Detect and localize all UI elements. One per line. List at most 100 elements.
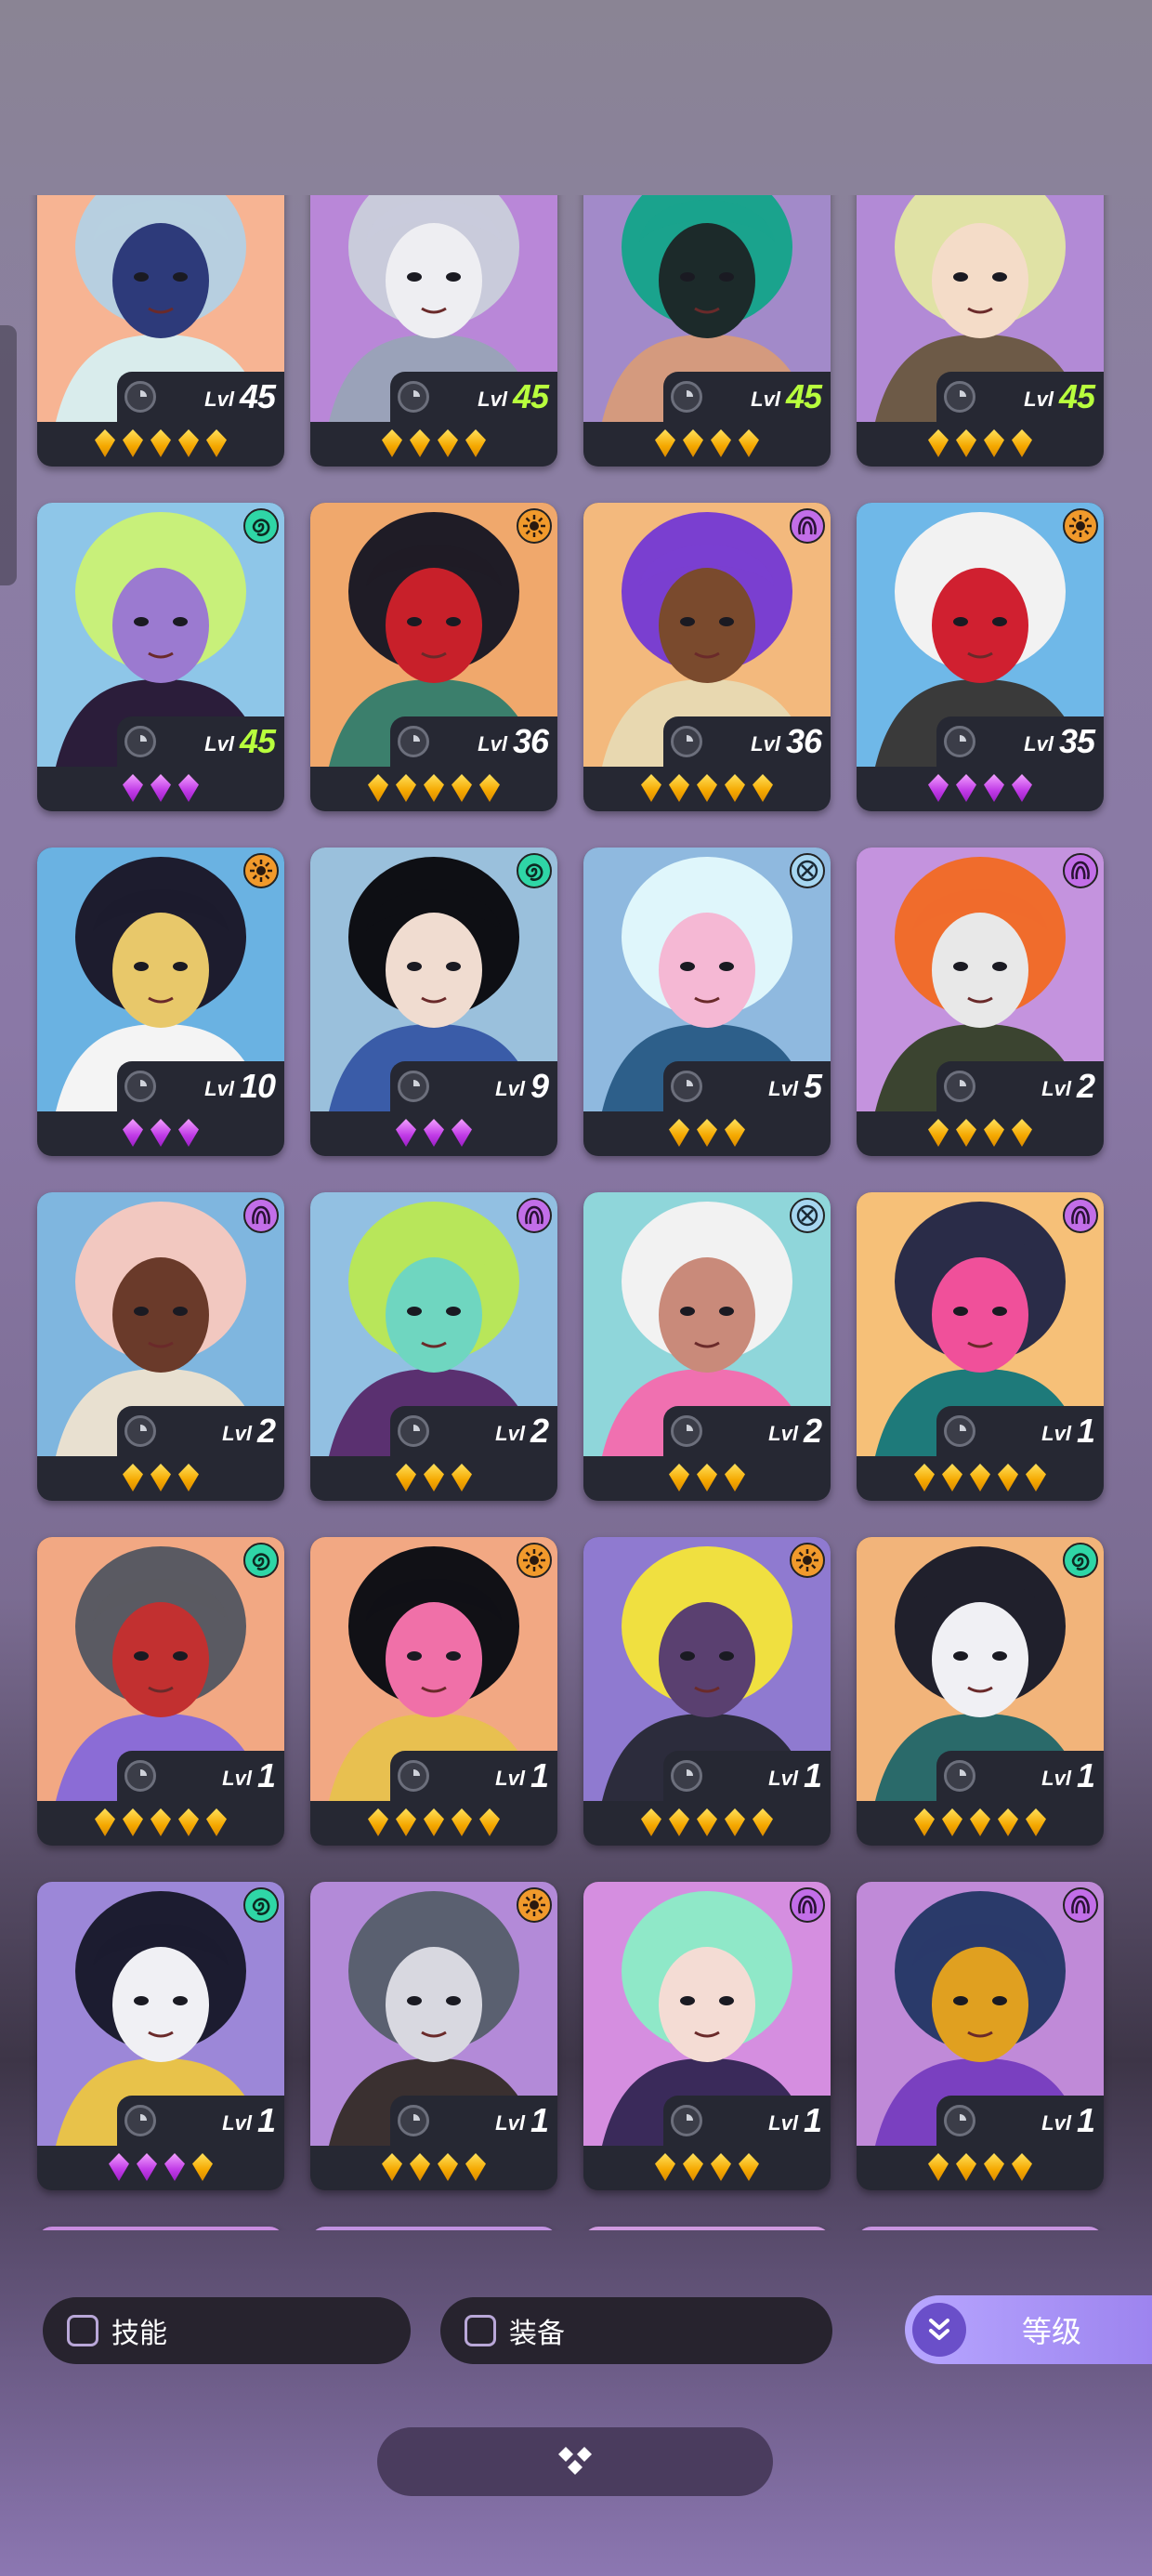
hero-card[interactable]: Lvl 2 bbox=[583, 1192, 831, 1501]
skill-checkbox[interactable] bbox=[67, 2315, 98, 2346]
gold-star-gem-icon bbox=[655, 2153, 675, 2181]
hero-card[interactable]: Lvl 1 bbox=[583, 1882, 831, 2190]
progress-clock-icon bbox=[671, 726, 702, 757]
wave-faction-icon bbox=[1063, 853, 1098, 888]
star-rating bbox=[857, 426, 1104, 461]
level-prefix: Lvl bbox=[495, 1422, 525, 1445]
hero-level-badge: Lvl 1 bbox=[390, 2096, 557, 2146]
skill-filter-toggle[interactable]: 技能 bbox=[43, 2297, 411, 2364]
hero-card[interactable]: Lvl 5 bbox=[583, 848, 831, 1156]
hero-card[interactable] bbox=[310, 2227, 557, 2230]
gold-star-gem-icon bbox=[424, 1808, 444, 1836]
gold-star-gem-icon bbox=[95, 429, 115, 457]
collapse-panel-button[interactable] bbox=[377, 2427, 773, 2496]
hero-level-badge: Lvl 1 bbox=[117, 1751, 284, 1801]
wave-faction-icon bbox=[243, 1198, 279, 1233]
gold-star-gem-icon bbox=[206, 1808, 227, 1836]
hero-level-badge: Lvl 36 bbox=[390, 716, 557, 767]
hero-card[interactable]: Lvl 1 bbox=[310, 1537, 557, 1846]
hero-card[interactable]: Lvl 1 bbox=[857, 1192, 1104, 1501]
gold-star-gem-icon bbox=[1012, 2153, 1032, 2181]
purple-star-gem-icon bbox=[137, 2153, 157, 2181]
purple-star-gem-icon bbox=[984, 774, 1004, 802]
purple-star-gem-icon bbox=[424, 1119, 444, 1147]
gold-star-gem-icon bbox=[697, 774, 717, 802]
gold-star-gem-icon bbox=[956, 2153, 976, 2181]
gold-star-gem-icon bbox=[641, 774, 661, 802]
level-value: 35 bbox=[1058, 722, 1095, 760]
gold-star-gem-icon bbox=[970, 1464, 990, 1492]
hero-card[interactable] bbox=[583, 2227, 831, 2230]
hero-card[interactable]: Lvl 9 bbox=[310, 848, 557, 1156]
level-prefix: Lvl bbox=[1024, 388, 1054, 411]
level-value: 45 bbox=[512, 377, 549, 415]
swirl-faction-icon bbox=[243, 1887, 279, 1923]
hero-card[interactable]: Lvl 1 bbox=[857, 1882, 1104, 2190]
hero-level-badge: Lvl 1 bbox=[936, 2096, 1104, 2146]
progress-clock-icon bbox=[671, 1760, 702, 1792]
equipment-checkbox[interactable] bbox=[465, 2315, 496, 2346]
level-prefix: Lvl bbox=[204, 1077, 234, 1100]
gold-star-gem-icon bbox=[739, 429, 759, 457]
gold-star-gem-icon bbox=[438, 2153, 458, 2181]
level-value: 45 bbox=[239, 722, 276, 760]
hero-collection-scroll[interactable]: Lvl 45 Lvl 45 Lvl 45 Lvl 45 Lvl 45 Lvl 36 Lvl 36 Lvl 35… bbox=[0, 195, 1152, 2230]
gold-star-gem-icon bbox=[641, 1808, 661, 1836]
hero-card[interactable]: Lvl 45 bbox=[583, 195, 831, 467]
gold-star-gem-icon bbox=[479, 774, 500, 802]
equipment-filter-label: 装备 bbox=[509, 2319, 565, 2349]
level-prefix: Lvl bbox=[222, 1767, 252, 1790]
hero-card[interactable]: Lvl 45 bbox=[37, 503, 284, 811]
progress-clock-icon bbox=[398, 1415, 429, 1447]
gold-star-gem-icon bbox=[368, 774, 388, 802]
gold-star-gem-icon bbox=[465, 2153, 486, 2181]
level-value: 2 bbox=[1076, 1067, 1095, 1105]
hero-card[interactable]: Lvl 36 bbox=[310, 503, 557, 811]
gold-star-gem-icon bbox=[424, 774, 444, 802]
hero-card[interactable] bbox=[857, 2227, 1104, 2230]
level-prefix: Lvl bbox=[495, 2111, 525, 2135]
star-rating bbox=[310, 770, 557, 806]
gold-star-gem-icon bbox=[396, 774, 416, 802]
diamond-cluster-icon bbox=[558, 2447, 592, 2475]
level-prefix: Lvl bbox=[751, 732, 780, 756]
hero-card[interactable]: Lvl 1 bbox=[583, 1537, 831, 1846]
hero-card[interactable] bbox=[37, 2227, 284, 2230]
hero-card[interactable]: Lvl 36 bbox=[583, 503, 831, 811]
hero-card[interactable]: Lvl 1 bbox=[37, 1882, 284, 2190]
gold-star-gem-icon bbox=[438, 429, 458, 457]
progress-clock-icon bbox=[398, 1760, 429, 1792]
hero-card[interactable]: Lvl 1 bbox=[37, 1537, 284, 1846]
hero-portrait bbox=[857, 2227, 1104, 2230]
hero-card[interactable]: Lvl 1 bbox=[310, 1882, 557, 2190]
level-value: 1 bbox=[1076, 1412, 1095, 1450]
hero-portrait bbox=[583, 2227, 831, 2230]
progress-clock-icon bbox=[944, 381, 975, 413]
hero-card[interactable]: Lvl 2 bbox=[37, 1192, 284, 1501]
level-prefix: Lvl bbox=[222, 1422, 252, 1445]
gold-star-gem-icon bbox=[178, 1464, 199, 1492]
sun-faction-icon bbox=[243, 853, 279, 888]
star-rating bbox=[583, 1805, 831, 1840]
hero-card[interactable]: Lvl 1 bbox=[857, 1537, 1104, 1846]
hero-card[interactable]: Lvl 10 bbox=[37, 848, 284, 1156]
hero-card[interactable]: Lvl 45 bbox=[310, 195, 557, 467]
hero-level-badge: Lvl 2 bbox=[936, 1061, 1104, 1111]
level-value: 2 bbox=[256, 1412, 276, 1450]
hero-card[interactable]: Lvl 45 bbox=[37, 195, 284, 467]
sort-by-level-button[interactable]: 等级 bbox=[905, 2295, 1152, 2364]
gold-star-gem-icon bbox=[914, 1808, 935, 1836]
hero-level-badge: Lvl 45 bbox=[117, 716, 284, 767]
gold-star-gem-icon bbox=[669, 1119, 689, 1147]
hero-card[interactable]: Lvl 2 bbox=[857, 848, 1104, 1156]
hero-card[interactable]: Lvl 2 bbox=[310, 1192, 557, 1501]
gold-star-gem-icon bbox=[739, 2153, 759, 2181]
hero-card[interactable]: Lvl 45 bbox=[857, 195, 1104, 467]
level-value: 1 bbox=[803, 2101, 822, 2139]
equipment-filter-toggle[interactable]: 装备 bbox=[440, 2297, 832, 2364]
gold-star-gem-icon bbox=[123, 1464, 143, 1492]
gold-star-gem-icon bbox=[410, 429, 430, 457]
hero-card[interactable]: Lvl 35 bbox=[857, 503, 1104, 811]
gold-star-gem-icon bbox=[396, 1808, 416, 1836]
purple-star-gem-icon bbox=[109, 2153, 129, 2181]
